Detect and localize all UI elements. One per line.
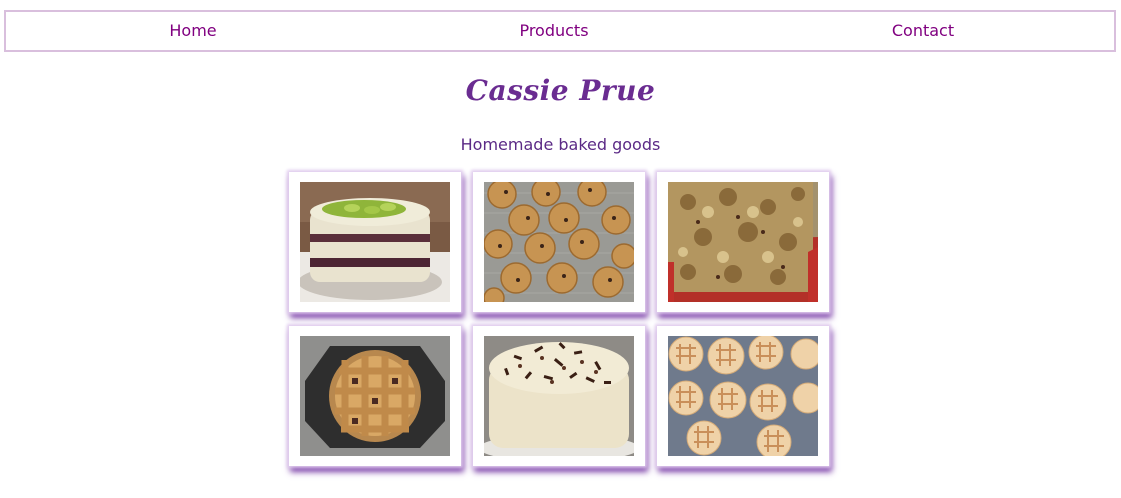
gallery-card[interactable] <box>473 172 645 312</box>
nav-link-home[interactable]: Home <box>169 12 216 50</box>
nav-link-contact[interactable]: Contact <box>892 12 954 50</box>
gallery-card[interactable] <box>657 172 829 312</box>
gallery-card[interactable] <box>289 326 461 466</box>
gallery-card[interactable] <box>473 326 645 466</box>
lattice-pie-photo <box>300 336 450 456</box>
top-nav: Home Products Contact <box>4 10 1116 52</box>
page-title: Cassie Prue <box>465 74 656 107</box>
gallery-card[interactable] <box>289 172 461 312</box>
page-subtitle: Homemade baked goods <box>460 135 661 154</box>
nav-link-products[interactable]: Products <box>519 12 588 50</box>
pineapple-buns-photo <box>668 336 818 456</box>
gallery-card[interactable] <box>657 326 829 466</box>
chocolate-shavings-cake-photo <box>484 336 634 456</box>
kiwi-cake-photo <box>300 182 450 302</box>
cookie-dough-photo <box>484 182 634 302</box>
oat-bars-photo <box>668 182 818 302</box>
